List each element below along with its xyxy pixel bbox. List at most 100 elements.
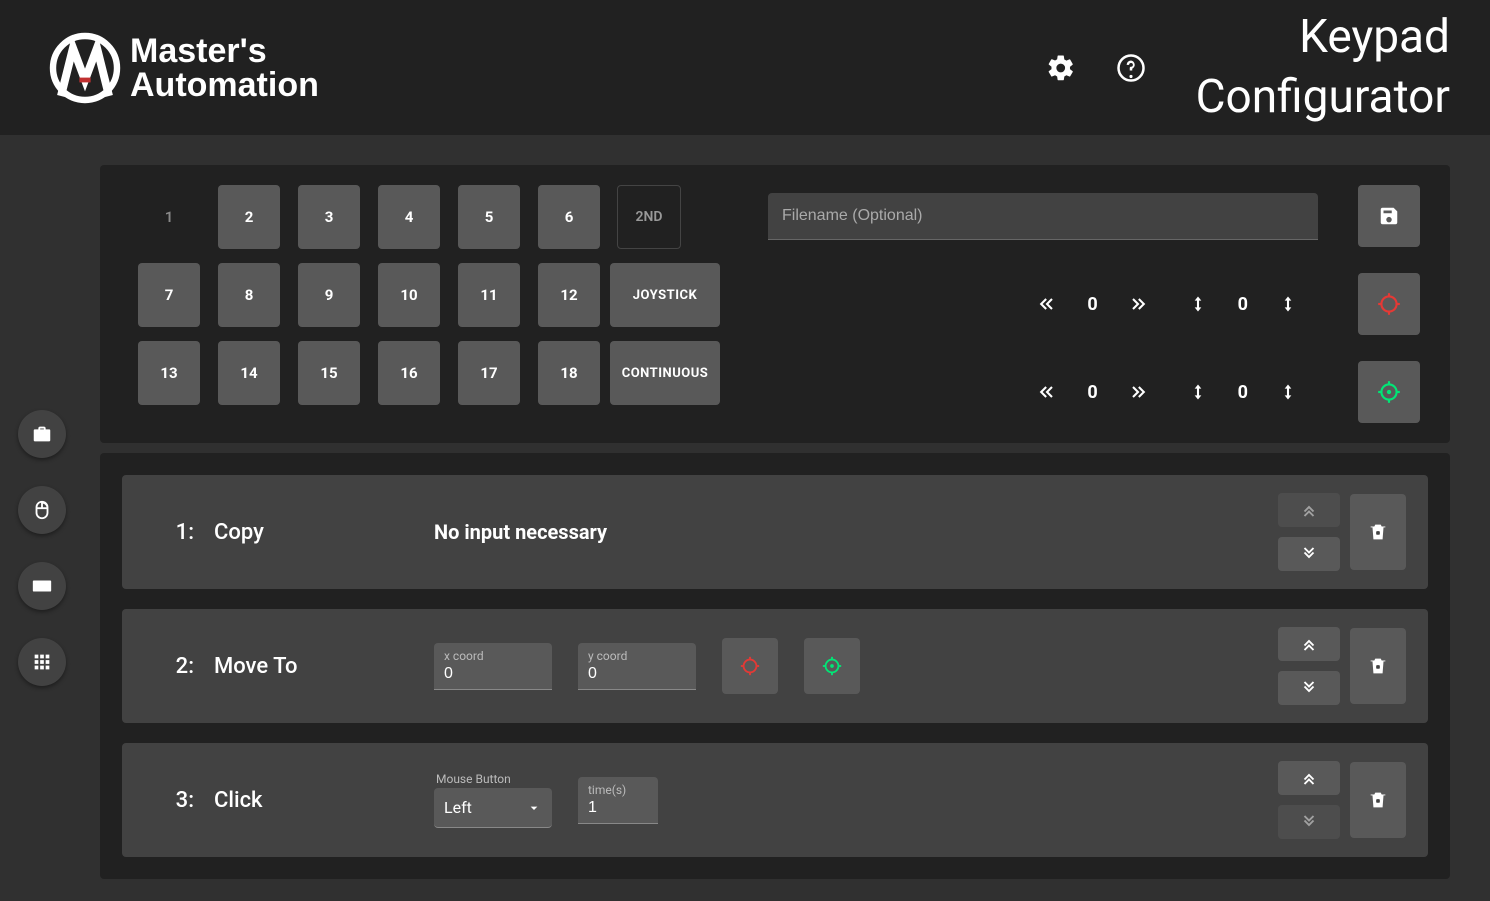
keypad-key-15[interactable]: 15 <box>298 341 360 405</box>
arrow-updown-icon <box>1278 294 1298 314</box>
arrow-right-double-icon <box>1128 382 1148 402</box>
target-red-icon <box>739 655 761 677</box>
step-2-x-wrap[interactable]: x coord <box>434 643 552 690</box>
keypad-key-17[interactable]: 17 <box>458 341 520 405</box>
keypad: 1 2 3 4 5 6 2ND 7 8 9 10 11 12 JOYSTICK … <box>130 185 688 423</box>
step-2-y-wrap[interactable]: y coord <box>578 643 696 690</box>
header: Master's Automation Keypad Configurator <box>0 0 1490 135</box>
trash-icon <box>1367 521 1389 543</box>
step-2-target-red[interactable] <box>722 638 778 694</box>
joystick-y: 0 <box>1238 294 1248 315</box>
fab-mouse[interactable] <box>18 486 66 534</box>
step-2-num: 2 <box>176 654 189 679</box>
step-2-delete[interactable] <box>1350 628 1406 704</box>
step-2-move-up[interactable] <box>1278 627 1340 661</box>
logo-text-1: Master's <box>130 34 319 68</box>
step-3-label: Click <box>214 788 414 813</box>
keypad-key-1: 1 <box>138 185 200 249</box>
logo-text-2: Automation <box>130 68 319 102</box>
step-3-delete[interactable] <box>1350 762 1406 838</box>
arrow-left-double-icon <box>1037 382 1057 402</box>
keypad-key-9[interactable]: 9 <box>298 263 360 327</box>
keypad-key-16[interactable]: 16 <box>378 341 440 405</box>
step-2-x-input[interactable] <box>444 663 542 683</box>
chevron-up-double-icon <box>1300 635 1318 653</box>
step-3-num: 3 <box>176 788 189 813</box>
step-3-move-up[interactable] <box>1278 761 1340 795</box>
top-right: 0 0 0 <box>768 185 1420 423</box>
step-2-y-input[interactable] <box>588 663 686 683</box>
keypad-key-2nd[interactable]: 2ND <box>617 185 681 249</box>
chevron-down-double-icon <box>1300 813 1318 831</box>
target-green-button[interactable] <box>1358 361 1420 423</box>
step-3-mouse-select[interactable]: Mouse Button Left <box>434 772 552 828</box>
step-2-y-label: y coord <box>588 649 686 663</box>
keypad-key-3[interactable]: 3 <box>298 185 360 249</box>
target-green-icon <box>821 655 843 677</box>
keypad-key-18[interactable]: 18 <box>538 341 600 405</box>
continuous-x: 0 <box>1087 382 1097 403</box>
step-3-move-down <box>1278 805 1340 839</box>
step-2-move-down[interactable] <box>1278 671 1340 705</box>
step-1-label: Copy <box>214 520 414 545</box>
keypad-key-5[interactable]: 5 <box>458 185 520 249</box>
step-1: 1: Copy No input necessary <box>122 475 1428 589</box>
page-title: Keypad Configurator <box>1196 8 1450 128</box>
fab-apps[interactable] <box>18 638 66 686</box>
joystick-x: 0 <box>1087 294 1097 315</box>
gear-icon[interactable] <box>1046 53 1076 83</box>
arrow-right-double-icon <box>1128 294 1148 314</box>
step-1-noinput: No input necessary <box>434 520 607 544</box>
keyboard-icon <box>31 575 53 597</box>
arrow-updown-icon <box>1188 294 1208 314</box>
step-2-label: Move To <box>214 654 414 679</box>
keypad-key-10[interactable]: 10 <box>378 263 440 327</box>
chevron-up-double-icon <box>1300 769 1318 787</box>
step-3-mouse-value: Left <box>444 798 472 817</box>
title-line1: Keypad <box>1196 8 1450 68</box>
keypad-key-8[interactable]: 8 <box>218 263 280 327</box>
target-red-button[interactable] <box>1358 273 1420 335</box>
logo: Master's Automation <box>45 28 319 108</box>
chevron-down-double-icon <box>1300 679 1318 697</box>
side-fabs <box>18 410 66 686</box>
logo-icon <box>45 28 125 108</box>
keypad-key-14[interactable]: 14 <box>218 341 280 405</box>
target-red-icon <box>1376 291 1402 317</box>
top-panel: 1 2 3 4 5 6 2ND 7 8 9 10 11 12 JOYSTICK … <box>100 165 1450 443</box>
step-1-move-down[interactable] <box>1278 537 1340 571</box>
keypad-key-4[interactable]: 4 <box>378 185 440 249</box>
mouse-icon <box>31 499 53 521</box>
continuous-coords: 0 0 <box>768 361 1420 423</box>
fab-keyboard[interactable] <box>18 562 66 610</box>
step-1-num: 1 <box>176 520 189 545</box>
step-1-delete[interactable] <box>1350 494 1406 570</box>
save-button[interactable] <box>1358 185 1420 247</box>
chevron-down-double-icon <box>1300 545 1318 563</box>
joystick-coords: 0 0 <box>768 273 1420 335</box>
main: 1 2 3 4 5 6 2ND 7 8 9 10 11 12 JOYSTICK … <box>100 165 1490 901</box>
trash-icon <box>1367 655 1389 677</box>
keypad-key-continuous[interactable]: CONTINUOUS <box>610 341 720 405</box>
arrow-updown-icon <box>1188 382 1208 402</box>
keypad-key-2[interactable]: 2 <box>218 185 280 249</box>
step-2-target-green[interactable] <box>804 638 860 694</box>
keypad-key-joystick[interactable]: JOYSTICK <box>610 263 720 327</box>
apps-icon <box>31 651 53 673</box>
keypad-key-7[interactable]: 7 <box>138 263 200 327</box>
arrow-left-double-icon <box>1037 294 1057 314</box>
step-3-mouse-label: Mouse Button <box>434 772 552 786</box>
step-3-times-wrap[interactable]: time(s) <box>578 777 658 824</box>
filename-input[interactable] <box>768 193 1318 240</box>
step-3-times-input[interactable] <box>588 797 648 817</box>
keypad-key-11[interactable]: 11 <box>458 263 520 327</box>
save-icon <box>1378 205 1400 227</box>
keypad-key-13[interactable]: 13 <box>138 341 200 405</box>
keypad-key-6[interactable]: 6 <box>538 185 600 249</box>
title-line2: Configurator <box>1196 68 1450 128</box>
briefcase-icon <box>31 423 53 445</box>
help-icon[interactable] <box>1116 53 1146 83</box>
trash-icon <box>1367 789 1389 811</box>
keypad-key-12[interactable]: 12 <box>538 263 600 327</box>
fab-briefcase[interactable] <box>18 410 66 458</box>
